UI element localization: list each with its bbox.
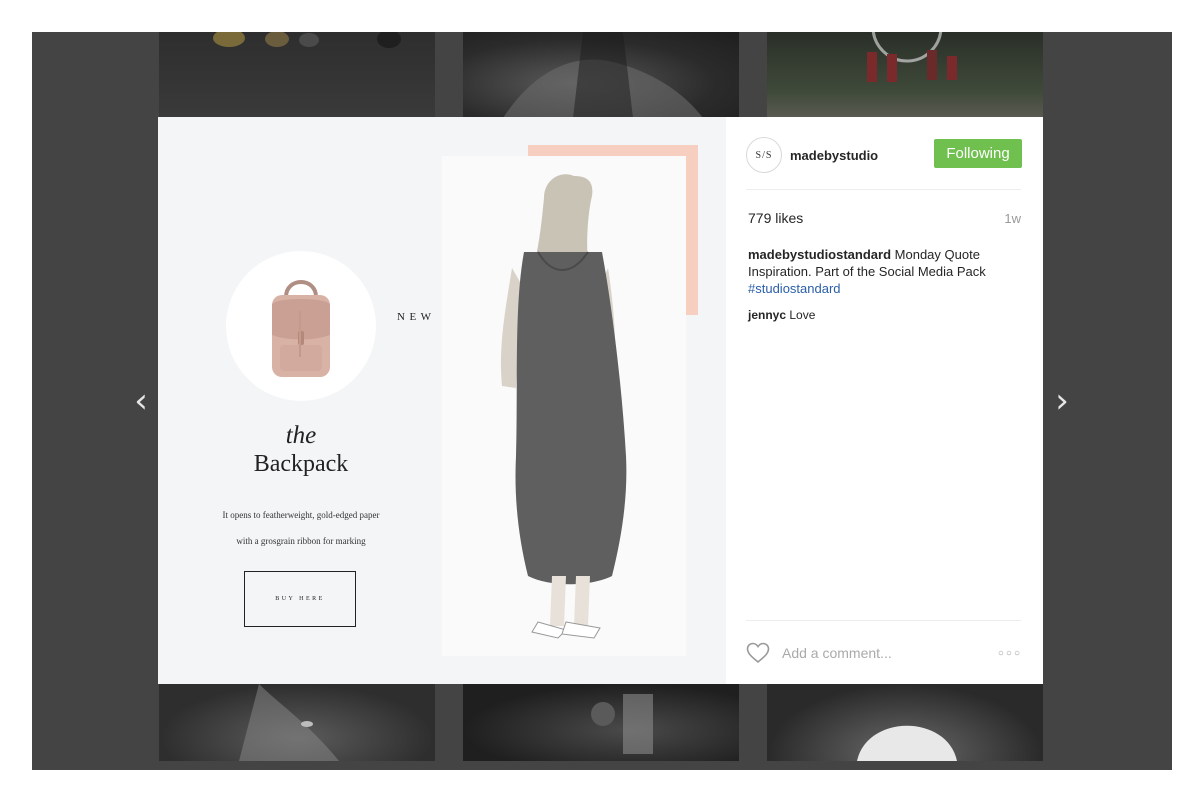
product-description: It opens to featherweight, gold-edged pa… bbox=[196, 502, 406, 554]
avatar[interactable]: S/S bbox=[746, 137, 782, 173]
post-sidebar: S/S madebystudio Following 779 likes 1w … bbox=[726, 117, 1043, 684]
background-photo-tile bbox=[767, 32, 1043, 118]
background-photo-tile bbox=[463, 32, 739, 118]
model-photo bbox=[442, 156, 686, 656]
post-caption: madebystudiostandard Monday Quote Inspir… bbox=[748, 246, 1008, 297]
product-circle bbox=[226, 251, 376, 401]
divider bbox=[746, 620, 1021, 621]
description-line: It opens to featherweight, gold-edged pa… bbox=[222, 510, 380, 520]
background-photo-tile bbox=[767, 684, 1043, 761]
likes-count[interactable]: 779 likes bbox=[748, 210, 803, 226]
hashtag-link[interactable]: #studiostandard bbox=[748, 281, 841, 296]
comment-input[interactable] bbox=[780, 644, 984, 662]
backpack-image bbox=[272, 280, 330, 377]
post-header: S/S madebystudio Following bbox=[746, 135, 1022, 175]
description-line: with a grosgrain ribbon for marking bbox=[236, 536, 366, 546]
username[interactable]: madebystudio bbox=[790, 148, 878, 163]
product-prefix: the bbox=[285, 422, 317, 449]
following-button[interactable]: Following bbox=[934, 139, 1022, 168]
post-image: NEW ARRIVAL the Backpack It opens to fea… bbox=[158, 117, 726, 684]
divider bbox=[746, 189, 1021, 190]
comment-bar: ○○○ bbox=[746, 639, 1022, 667]
next-arrow-icon[interactable]: › bbox=[1047, 381, 1077, 421]
heart-icon[interactable] bbox=[746, 642, 770, 664]
caption-username[interactable]: madebystudiostandard bbox=[748, 247, 891, 262]
buy-here-button[interactable]: BUY HERE bbox=[244, 571, 356, 627]
post-modal: NEW ARRIVAL the Backpack It opens to fea… bbox=[158, 117, 1043, 684]
comment-item: jennyc Love bbox=[748, 308, 815, 322]
previous-arrow-icon[interactable]: ‹ bbox=[126, 381, 156, 421]
post-time[interactable]: 1w bbox=[1004, 211, 1021, 226]
product-title: Backpack bbox=[253, 451, 349, 477]
background-photo-tile bbox=[159, 684, 435, 761]
background-photo-tile bbox=[159, 32, 435, 118]
comment-username[interactable]: jennyc bbox=[748, 308, 786, 322]
avatar-text: S/S bbox=[755, 149, 773, 161]
comment-text: Love bbox=[789, 308, 816, 322]
background-photo-tile bbox=[463, 684, 739, 761]
more-options-icon[interactable]: ○○○ bbox=[998, 648, 1022, 659]
